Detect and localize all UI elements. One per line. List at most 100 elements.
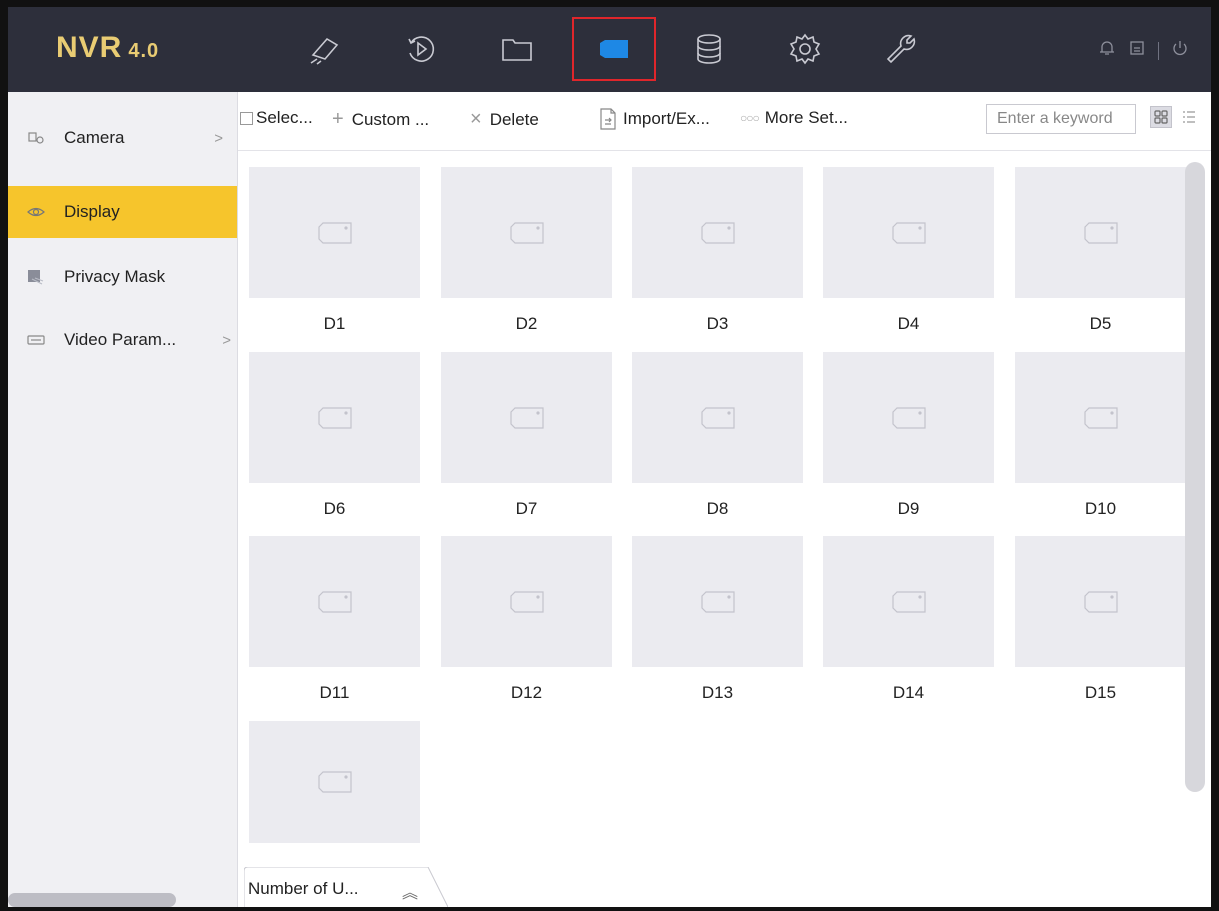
divider bbox=[1158, 41, 1159, 60]
channel-thumbnail bbox=[1015, 167, 1186, 298]
delete-button[interactable]: × Delete bbox=[470, 108, 539, 131]
live-view-icon[interactable] bbox=[298, 23, 352, 75]
channel-name: D9 bbox=[897, 499, 920, 518]
bottom-summary-tab[interactable]: Number of U... ︽ bbox=[244, 867, 448, 907]
camera-placeholder-icon bbox=[317, 221, 352, 244]
camera-placeholder-icon bbox=[700, 590, 735, 613]
sidebar-item-display[interactable]: Display bbox=[8, 186, 237, 238]
channel-name: D5 bbox=[1089, 314, 1112, 333]
import-export-button[interactable]: Import/Ex... bbox=[599, 108, 710, 130]
channel-thumbnail bbox=[249, 352, 420, 483]
privacy-mask-icon bbox=[26, 267, 46, 287]
channel-tile[interactable]: D10 bbox=[1015, 352, 1186, 519]
app-logo: NVR 4.0 bbox=[56, 31, 159, 65]
import-export-label: Import/Ex... bbox=[623, 109, 710, 128]
toolbar: Selec... + Custom ... × Delete Import/Ex… bbox=[238, 92, 1211, 151]
channel-thumbnail bbox=[441, 536, 612, 667]
select-all-button[interactable]: Selec... bbox=[240, 108, 313, 128]
more-settings-label: More Set... bbox=[764, 108, 848, 127]
channel-thumbnail bbox=[632, 536, 803, 667]
channel-thumbnail bbox=[632, 167, 803, 298]
playback-icon[interactable] bbox=[394, 23, 448, 75]
camera-placeholder-icon bbox=[891, 406, 926, 429]
channel-tile[interactable]: D8 bbox=[632, 352, 803, 519]
channel-name: D2 bbox=[515, 314, 538, 333]
channel-thumbnail bbox=[632, 352, 803, 483]
channel-name: D10 bbox=[1084, 499, 1117, 518]
lock-screen-icon[interactable] bbox=[1128, 39, 1146, 62]
channel-thumbnail bbox=[249, 536, 420, 667]
custom-add-button[interactable]: + Custom ... bbox=[332, 108, 429, 131]
sidebar-scrollbar[interactable] bbox=[8, 893, 176, 907]
channel-tile[interactable]: D9 bbox=[823, 352, 994, 519]
channel-tile[interactable]: D15 bbox=[1015, 536, 1186, 703]
channel-thumbnail bbox=[1015, 536, 1186, 667]
sidebar-item-camera[interactable]: Camera > bbox=[8, 112, 237, 164]
channel-tile[interactable] bbox=[249, 721, 420, 859]
channel-grid: D1 D2 D3 D4 D5 D6 D7 D8 D9 D10 D11 D12 D… bbox=[238, 151, 1186, 881]
maintenance-wrench-icon[interactable] bbox=[874, 23, 928, 75]
top-navigation-bar: NVR 4.0 bbox=[8, 7, 1211, 92]
channel-thumbnail bbox=[823, 536, 994, 667]
channel-thumbnail bbox=[823, 167, 994, 298]
checkbox-icon bbox=[240, 111, 253, 125]
camera-placeholder-icon bbox=[317, 590, 352, 613]
top-right-controls bbox=[1098, 39, 1189, 62]
channel-name: D3 bbox=[706, 314, 729, 333]
more-settings-button[interactable]: ○○○ More Set... bbox=[740, 108, 848, 128]
settings-gear-icon[interactable] bbox=[778, 23, 832, 75]
channel-tile[interactable]: D2 bbox=[441, 167, 612, 334]
channel-name: D7 bbox=[515, 499, 538, 518]
channel-tile[interactable]: D14 bbox=[823, 536, 994, 703]
channel-thumbnail bbox=[1015, 352, 1186, 483]
channel-tile[interactable]: D5 bbox=[1015, 167, 1186, 334]
channel-name: D15 bbox=[1084, 683, 1117, 702]
search-input[interactable]: Enter a keyword bbox=[986, 104, 1136, 134]
channel-tile[interactable]: D7 bbox=[441, 352, 612, 519]
sidebar-item-video-param[interactable]: Video Param... > bbox=[8, 314, 237, 366]
camera-icon[interactable] bbox=[572, 17, 656, 81]
channel-tile[interactable]: D3 bbox=[632, 167, 803, 334]
list-view-icon[interactable] bbox=[1178, 106, 1200, 128]
sidebar-item-label: Privacy Mask bbox=[64, 267, 166, 286]
bell-icon[interactable] bbox=[1098, 39, 1116, 62]
channel-name: D14 bbox=[892, 683, 925, 702]
channel-name: D8 bbox=[706, 499, 729, 518]
channel-name: D11 bbox=[319, 683, 350, 702]
grid-view-icon[interactable] bbox=[1150, 106, 1172, 128]
camera-device-icon bbox=[26, 128, 46, 148]
channel-tile[interactable]: D12 bbox=[441, 536, 612, 703]
channel-tile[interactable]: D6 bbox=[249, 352, 420, 519]
sidebar-item-label: Camera bbox=[64, 128, 125, 147]
sidebar-item-privacy-mask[interactable]: Privacy Mask bbox=[8, 251, 237, 303]
sidebar: Camera > Display Privacy Mask Video Para… bbox=[8, 92, 238, 907]
camera-placeholder-icon bbox=[891, 590, 926, 613]
storage-icon[interactable] bbox=[682, 23, 736, 75]
channel-tile[interactable]: D11 bbox=[249, 536, 420, 703]
file-folder-icon[interactable] bbox=[490, 23, 544, 75]
channel-tile[interactable]: D13 bbox=[632, 536, 803, 703]
close-icon: × bbox=[470, 108, 482, 130]
camera-placeholder-icon bbox=[891, 221, 926, 244]
import-export-icon bbox=[599, 108, 617, 130]
double-chevron-up-icon: ︽ bbox=[402, 885, 419, 902]
channel-name: D1 bbox=[323, 314, 346, 333]
channel-name: D6 bbox=[323, 499, 346, 518]
eye-icon bbox=[26, 202, 46, 222]
delete-label: Delete bbox=[489, 109, 539, 129]
channel-thumbnail bbox=[249, 167, 420, 298]
power-icon[interactable] bbox=[1171, 39, 1189, 62]
grid-scrollbar[interactable] bbox=[1185, 162, 1205, 792]
channel-thumbnail bbox=[441, 352, 612, 483]
camera-placeholder-icon bbox=[700, 221, 735, 244]
app-window: NVR 4.0 Camera > Display Privacy Mask Vi… bbox=[8, 7, 1211, 907]
sidebar-item-label: Video Param... bbox=[64, 330, 177, 349]
plus-icon: + bbox=[332, 108, 344, 130]
camera-placeholder-icon bbox=[317, 406, 352, 429]
camera-placeholder-icon bbox=[317, 771, 352, 793]
sidebar-item-label: Display bbox=[64, 202, 120, 221]
channel-tile[interactable]: D1 bbox=[249, 167, 420, 334]
channel-tile[interactable]: D4 bbox=[823, 167, 994, 334]
logo-text: NVR bbox=[56, 31, 123, 64]
camera-placeholder-icon bbox=[1083, 406, 1118, 429]
